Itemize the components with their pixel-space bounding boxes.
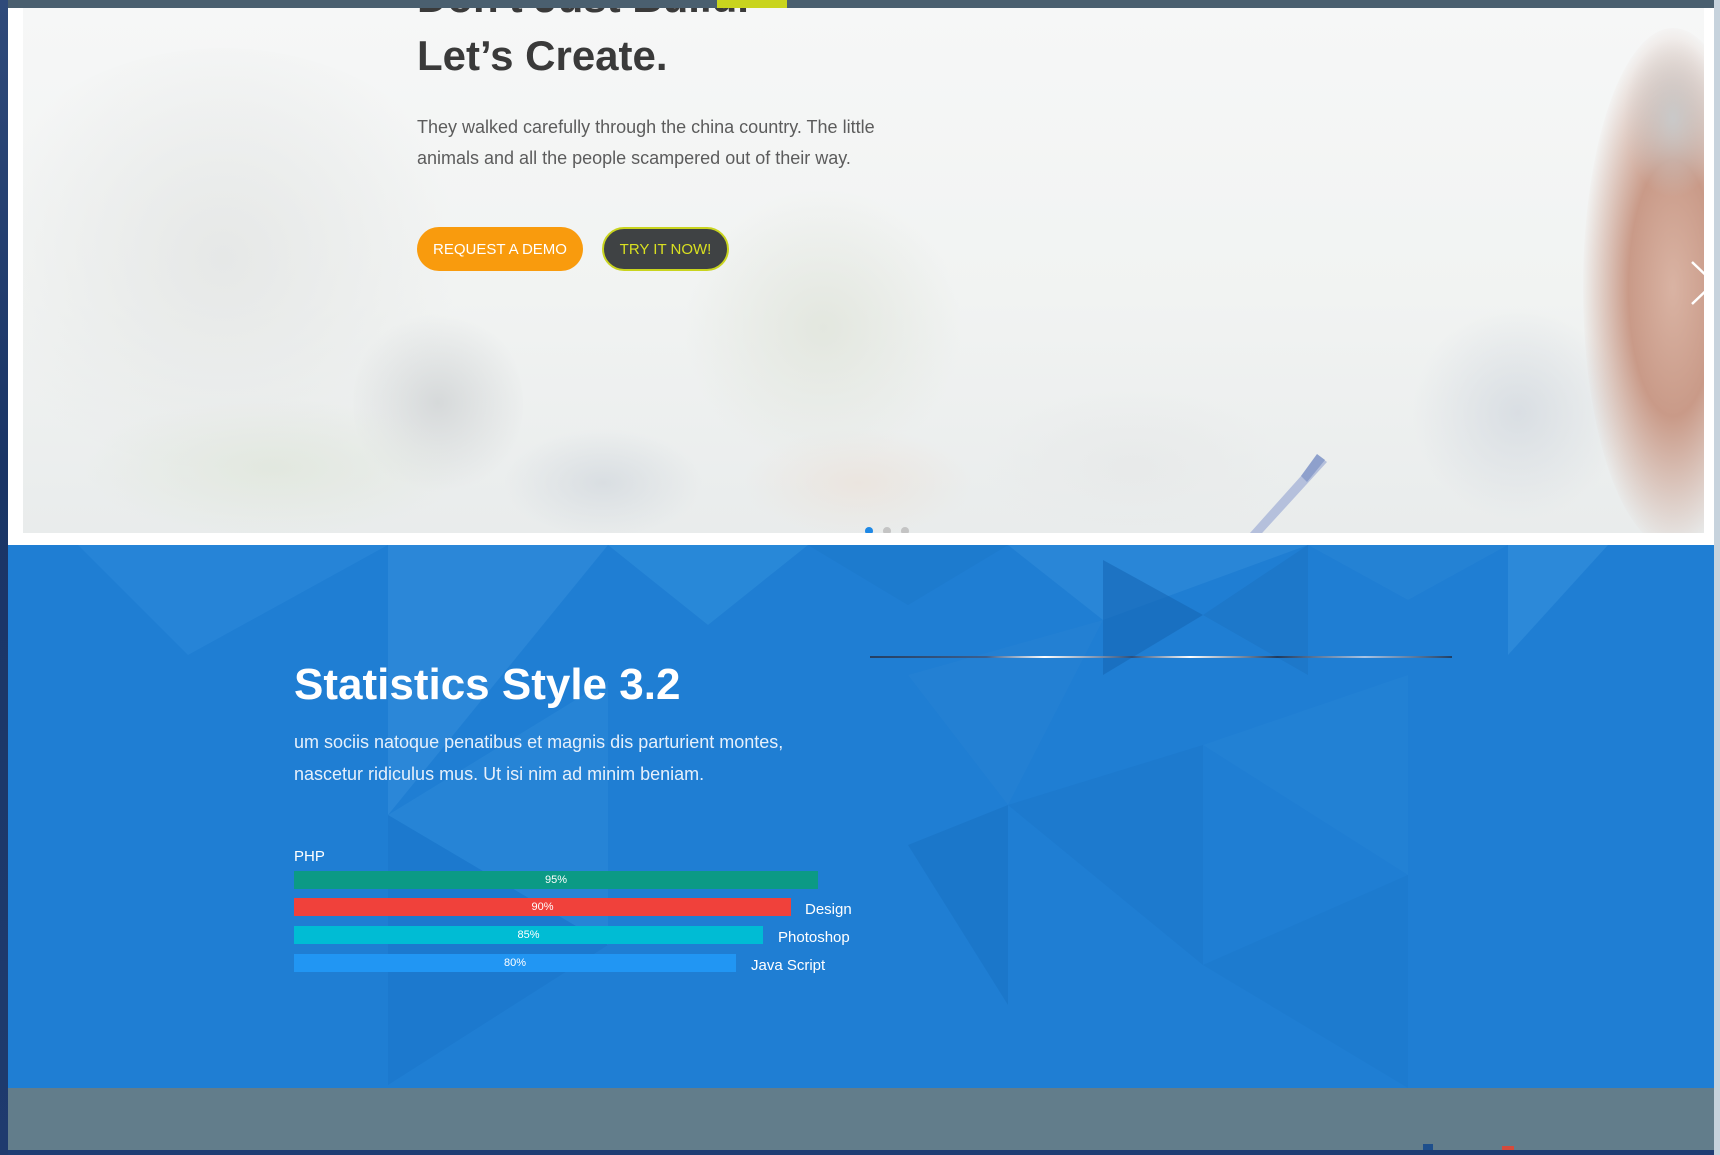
window-left-edge — [0, 0, 8, 1155]
skill-bar-javascript: 80% — [294, 954, 736, 972]
pen-illustration — [1249, 454, 1327, 533]
skill-percent-php: 95% — [544, 874, 568, 886]
hero-description: They walked carefully through the china … — [417, 117, 875, 168]
slider-dot-3[interactable] — [901, 527, 909, 533]
skill-percent-design: 90% — [531, 901, 554, 913]
try-it-now-button[interactable]: TRY IT NOW! — [602, 227, 729, 271]
statistics-title: Statistics Style 3.2 — [294, 660, 681, 709]
skill-bar-php: 95% — [294, 871, 818, 889]
triangle-pattern-background — [78, 545, 1608, 1088]
top-nav-bar — [0, 0, 1720, 8]
hero-background-image: Don't Just Build. Let’s Create. They wal… — [23, 8, 1704, 533]
chevron-right-icon[interactable] — [1688, 258, 1704, 308]
skill-label-design: Design — [805, 901, 852, 918]
statistics-description: um sociis natoque penatibus et magnis di… — [294, 732, 784, 784]
skill-bar-photoshop: 85% — [294, 926, 763, 944]
footer — [8, 1088, 1714, 1150]
statistics-section: Statistics Style 3.2 um sociis natoque p… — [8, 545, 1714, 1088]
skill-percent-photoshop: 85% — [517, 929, 540, 941]
hero-slider: Don't Just Build. Let’s Create. They wal… — [8, 8, 1714, 545]
slider-dot-1[interactable] — [865, 527, 873, 533]
skill-bar-design: 90% — [294, 898, 791, 916]
decorative-line — [870, 656, 1452, 658]
active-nav-indicator — [717, 0, 787, 8]
slider-pagination — [865, 527, 909, 533]
request-demo-button[interactable]: REQUEST A DEMO — [417, 227, 583, 271]
skill-label-photoshop: Photoshop — [778, 929, 850, 946]
skill-label-javascript: Java Script — [751, 957, 826, 974]
facebook-icon[interactable] — [1423, 1144, 1433, 1150]
hero-heading-cut: Don't Just Build. — [417, 8, 749, 22]
window-right-edge — [1714, 0, 1720, 1155]
google-plus-icon[interactable] — [1502, 1146, 1514, 1150]
skill-percent-javascript: 80% — [503, 957, 527, 969]
hero-heading: Let’s Create. — [417, 32, 668, 79]
slider-dot-2[interactable] — [883, 527, 891, 533]
skill-label-php: PHP — [294, 848, 325, 865]
